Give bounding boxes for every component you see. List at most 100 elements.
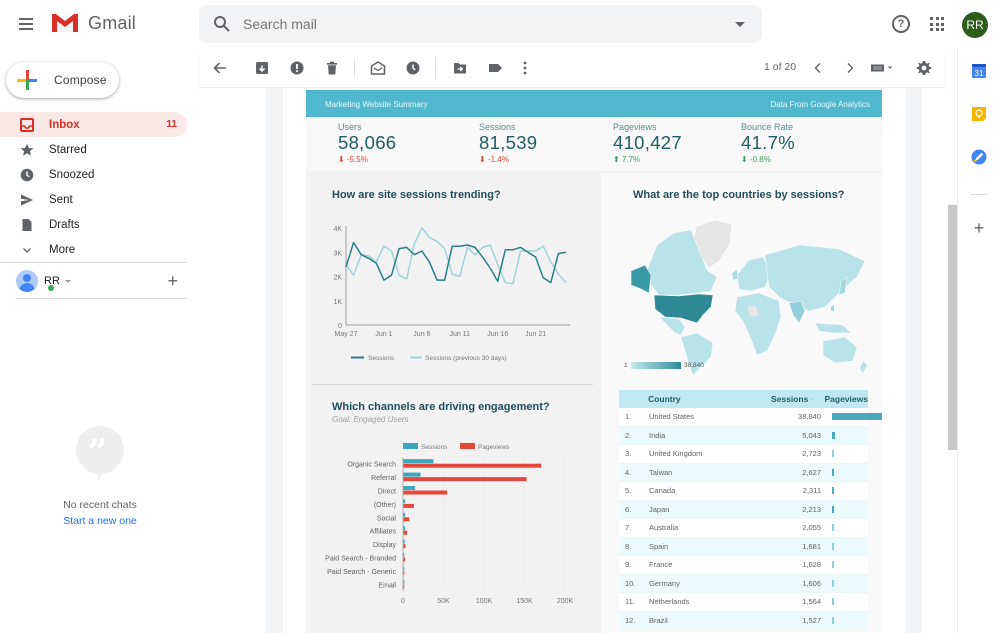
sidebar-item-label: Snoozed — [49, 168, 95, 181]
search-icon[interactable] — [213, 15, 231, 33]
map-region-taiwan[interactable] — [831, 305, 834, 311]
bar-sessions — [403, 539, 405, 544]
add-addon-icon[interactable]: + — [971, 219, 987, 237]
sidebar-item-sent[interactable]: Sent — [0, 187, 187, 212]
table-row[interactable]: 4. Taiwan 2,627 — [619, 463, 868, 482]
row-rank: 9. — [625, 560, 632, 570]
map-legend: 1 38,840 — [622, 361, 742, 371]
search-options-dropdown-icon[interactable] — [735, 22, 745, 27]
sidebar-item-label: Sent — [49, 193, 73, 206]
table-row[interactable]: 1. United States 38,840 — [619, 408, 882, 427]
snooze-icon[interactable] — [404, 59, 422, 77]
move-to-icon[interactable] — [451, 59, 469, 77]
more-vert-icon[interactable] — [516, 59, 534, 77]
compose-label: Compose — [54, 73, 107, 87]
table-row[interactable]: 7. Australia 2,055 — [619, 519, 868, 538]
row-rank: 5. — [625, 486, 632, 496]
map-region-australia[interactable] — [822, 336, 858, 364]
map-region-asia[interactable] — [764, 244, 866, 312]
content-scrollbar[interactable] — [948, 205, 957, 450]
sidebar-item-more[interactable]: More — [0, 237, 187, 262]
older-chevron-left-icon[interactable] — [809, 59, 827, 77]
back-arrow-icon[interactable] — [211, 59, 229, 77]
map-region-southeast-asia[interactable] — [814, 322, 852, 334]
category-label: Direct — [378, 489, 396, 496]
row-pageviews-bar-cell — [829, 464, 868, 482]
table-row[interactable]: 5. Canada 2,311 — [619, 482, 868, 501]
row-pageviews-bar-cell — [829, 575, 868, 593]
table-row[interactable]: 11. Netherlands 1,564 — [619, 593, 868, 612]
y-tick-label: 1K — [333, 299, 342, 306]
sidebar-item-starred[interactable]: Starred — [0, 137, 187, 162]
category-label: Social — [377, 515, 397, 522]
country-header[interactable]: Country — [648, 394, 744, 404]
category-label: Paid Search - Branded — [325, 556, 396, 563]
map-region-united-kingdom[interactable] — [731, 268, 739, 281]
x-tick-label: May 27 — [335, 331, 358, 338]
map-region-india[interactable] — [788, 300, 806, 324]
table-row[interactable]: 3. United Kingdom 2,723 — [619, 445, 868, 464]
map-region-africa[interactable] — [734, 292, 782, 356]
map-region-new-zealand[interactable] — [860, 361, 867, 373]
channels-subtitle: Goal: Engaged Users — [332, 415, 409, 424]
label-icon[interactable] — [486, 59, 504, 77]
kpi-pageviews: Pageviews 410,427 ⬆ 7.7% — [613, 122, 682, 164]
keep-icon[interactable] — [971, 106, 987, 122]
hangouts-user-avatar[interactable] — [16, 270, 38, 292]
row-sessions: 2,055 — [802, 523, 821, 533]
bar-pageviews — [403, 544, 406, 549]
row-sessions: 2,627 — [802, 467, 821, 477]
legend-swatch-pageviews — [460, 443, 475, 449]
input-tools-keyboard-icon[interactable] — [870, 59, 898, 77]
table-row[interactable]: 6. Japan 2,213 — [619, 500, 868, 519]
legend-label-sessions: Sessions — [421, 444, 448, 451]
calendar-icon[interactable]: 31 — [971, 63, 987, 79]
start-new-chat-link[interactable]: Start a new one — [63, 515, 137, 527]
row-rank: 4. — [625, 467, 632, 477]
mark-unread-icon[interactable] — [369, 59, 387, 77]
table-row[interactable]: 2. India 5,043 — [619, 426, 868, 445]
sidebar-item-label: More — [49, 243, 76, 256]
table-row[interactable]: 9. France 1,628 — [619, 556, 868, 575]
pageviews-bar — [832, 561, 834, 568]
row-country: India — [649, 430, 666, 440]
newer-chevron-right-icon[interactable] — [841, 59, 859, 77]
sidebar-item-snoozed[interactable]: Snoozed — [0, 162, 187, 187]
report-spam-icon[interactable] — [288, 59, 306, 77]
sidebar-item-drafts[interactable]: Drafts — [0, 212, 187, 237]
row-rank: 10. — [625, 578, 636, 588]
row-pageviews-bar-cell — [829, 556, 868, 574]
main-menu-button[interactable] — [14, 12, 38, 36]
row-pageviews-bar-cell — [829, 593, 868, 611]
gmail-logo[interactable]: Gmail — [50, 12, 136, 34]
tasks-icon[interactable] — [971, 149, 987, 165]
category-label: Paid Search - Generic — [327, 569, 396, 576]
email-body-gutter-right — [906, 88, 922, 633]
pageviews-header[interactable]: Pageviews — [822, 394, 868, 404]
sessions-header[interactable]: Sessions - — [744, 394, 821, 404]
table-row[interactable]: 10. Germany 1,606 — [619, 574, 868, 593]
row-sessions: 1,564 — [802, 597, 821, 607]
table-row[interactable]: 8. Spain 1,681 — [619, 537, 868, 556]
legend-swatch-sessions — [403, 443, 418, 449]
settings-gear-icon[interactable] — [915, 59, 933, 77]
world-map — [630, 220, 867, 375]
bar-sessions — [403, 459, 434, 464]
archive-icon[interactable] — [253, 59, 271, 77]
table-row[interactable]: 12. Brazil 1,527 — [619, 611, 868, 630]
inbox-unread-count: 11 — [166, 119, 177, 130]
sidebar-item-label: Inbox — [49, 118, 80, 131]
bar-sessions — [403, 512, 406, 517]
help-icon[interactable]: ? — [892, 15, 910, 33]
compose-button[interactable]: Compose — [6, 62, 119, 98]
bar-sessions — [403, 486, 415, 490]
delete-icon[interactable] — [323, 59, 341, 77]
new-chat-plus-icon[interactable]: + — [167, 271, 178, 292]
search-input[interactable] — [243, 5, 713, 43]
apps-grid-icon[interactable] — [930, 17, 944, 31]
user-status-dropdown-icon[interactable] — [64, 279, 71, 283]
map-region-mexico[interactable] — [658, 316, 686, 336]
account-avatar[interactable]: RR — [962, 12, 988, 38]
sidebar-item-inbox[interactable]: Inbox 11 — [0, 112, 187, 137]
email-body-gutter-left — [266, 88, 283, 633]
